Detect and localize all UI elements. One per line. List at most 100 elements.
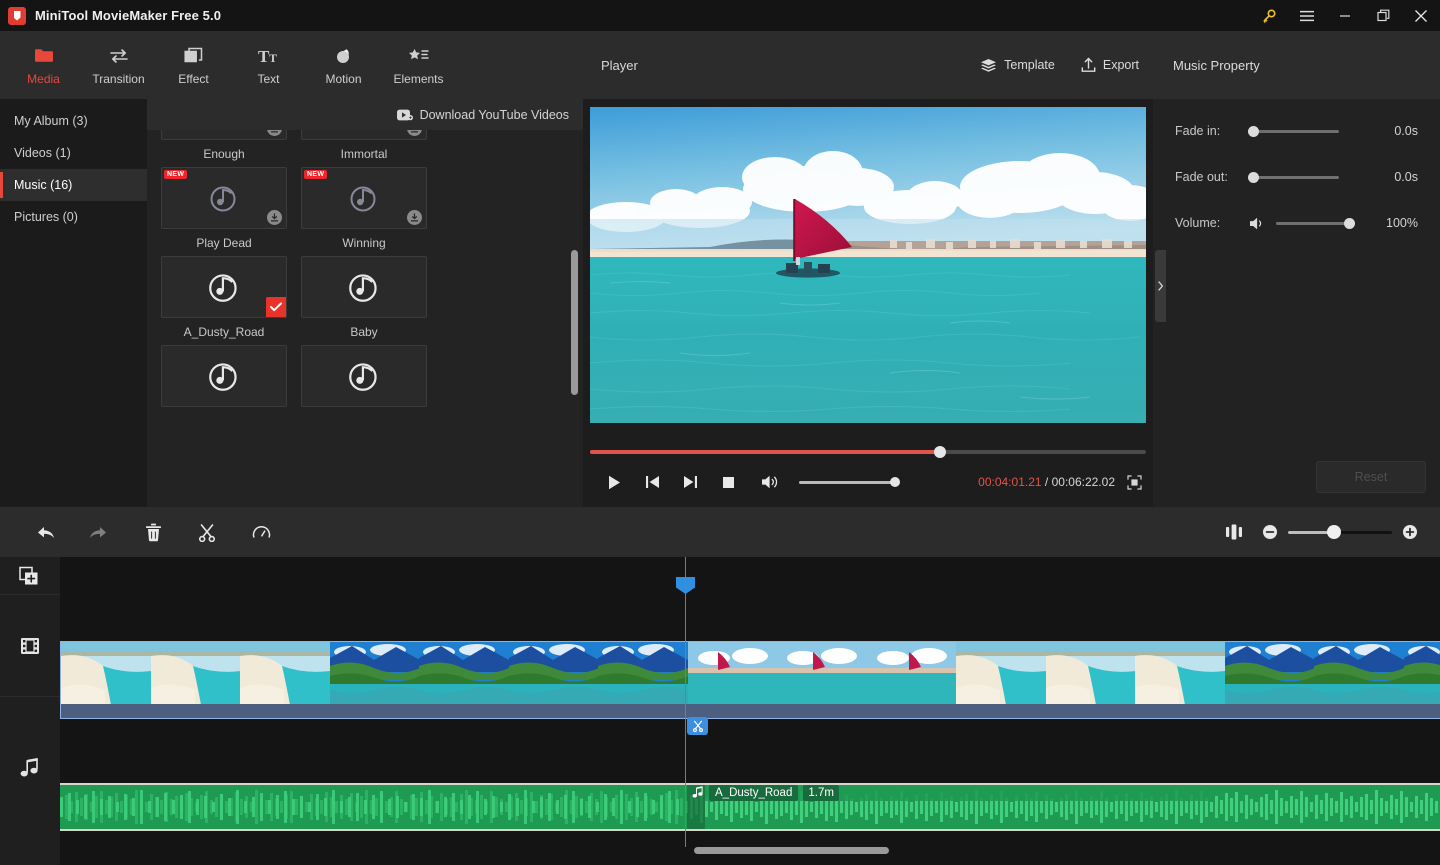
scissors-icon[interactable] — [180, 512, 234, 552]
media-item-enough[interactable]: Enough — [161, 130, 287, 161]
sidebar-item-pictures[interactable]: Pictures (0) — [0, 201, 147, 233]
previous-frame-button[interactable] — [633, 467, 671, 497]
zoom-handle[interactable] — [1327, 525, 1341, 539]
fade-out-slider[interactable] — [1249, 176, 1339, 179]
video-track — [60, 641, 1440, 719]
timeline-hscroll-thumb[interactable] — [694, 847, 889, 854]
media-row: A_Dusty_Road Baby — [161, 256, 569, 339]
key-icon[interactable] — [1250, 0, 1288, 31]
volume-value: 100% — [1386, 216, 1418, 230]
tab-text[interactable]: TT Text — [231, 34, 306, 96]
video-thumbnail — [956, 642, 1046, 705]
fade-in-slider[interactable] — [1249, 130, 1339, 133]
audio-clip-label[interactable]: A_Dusty_Road 1.7m — [692, 783, 839, 802]
fit-timeline-icon[interactable] — [1216, 512, 1252, 552]
restore-button[interactable] — [1364, 0, 1402, 31]
fade-in-handle[interactable] — [1248, 126, 1259, 137]
player-volume — [751, 467, 895, 497]
add-media-icon[interactable] — [0, 557, 60, 594]
next-frame-button[interactable] — [671, 467, 709, 497]
playhead[interactable] — [685, 557, 686, 847]
download-icon[interactable] — [267, 130, 282, 136]
tab-elements[interactable]: Elements — [381, 34, 456, 96]
app-title: MiniTool MovieMaker Free 5.0 — [35, 8, 221, 23]
tab-effect[interactable]: Effect — [156, 34, 231, 96]
library-nav: My Album (3) Videos (1) Music (16) Pictu… — [0, 99, 147, 507]
property-panel-title: Music Property — [1173, 58, 1260, 73]
sidebar-item-my-album[interactable]: My Album (3) — [0, 105, 147, 137]
timeline-toolbar — [0, 507, 1440, 557]
media-library: My Album (3) Videos (1) Music (16) Pictu… — [0, 99, 583, 507]
chevron-right-icon[interactable] — [1155, 250, 1166, 322]
minimize-button[interactable] — [1326, 0, 1364, 31]
timeline: A_Dusty_Road 1.7m — [0, 557, 1440, 865]
folder-icon — [34, 45, 54, 67]
stop-button[interactable] — [709, 467, 747, 497]
video-preview[interactable] — [590, 107, 1146, 423]
export-icon — [1081, 57, 1096, 73]
new-badge: NEW — [304, 170, 327, 179]
media-item-7[interactable] — [161, 345, 287, 407]
sidebar-item-pictures-label: Pictures (0) — [14, 210, 78, 224]
sidebar-item-music[interactable]: Music (16) — [0, 169, 147, 201]
fade-out-handle[interactable] — [1248, 172, 1259, 183]
film-icon — [0, 594, 60, 696]
volume-slider[interactable] — [1276, 222, 1350, 225]
window-controls — [1250, 0, 1440, 31]
media-item-baby[interactable]: Baby — [301, 256, 427, 339]
media-item-winning[interactable]: NEW Winning — [301, 167, 427, 250]
timeline-zoom-slider[interactable] — [1288, 531, 1392, 534]
video-clip[interactable] — [60, 641, 1440, 719]
transition-icon — [108, 45, 130, 67]
tab-motion[interactable]: Motion — [306, 34, 381, 96]
reset-button[interactable]: Reset — [1316, 461, 1426, 493]
main-toolbar: Media Transition Effect TT Text Motion — [0, 31, 583, 99]
play-button[interactable] — [595, 467, 633, 497]
sidebar-item-videos[interactable]: Videos (1) — [0, 137, 147, 169]
minus-icon[interactable] — [1252, 512, 1288, 552]
media-item-label: Winning — [301, 236, 427, 250]
download-icon[interactable] — [407, 130, 422, 136]
template-button[interactable]: Template — [980, 58, 1055, 73]
hamburger-icon[interactable] — [1288, 0, 1326, 31]
volume-icon[interactable] — [751, 467, 789, 497]
download-icon[interactable] — [407, 210, 422, 225]
speed-icon[interactable] — [234, 512, 288, 552]
export-button[interactable]: Export — [1081, 57, 1139, 73]
timeline-zoom-group — [1216, 512, 1440, 552]
download-icon[interactable] — [267, 210, 282, 225]
volume-icon[interactable] — [1249, 216, 1266, 231]
fullscreen-button[interactable] — [1115, 467, 1153, 497]
tab-media[interactable]: Media — [6, 34, 81, 96]
video-thumbnail — [1404, 642, 1440, 705]
trash-icon[interactable] — [126, 512, 180, 552]
volume-slider[interactable] — [799, 481, 895, 484]
redo-icon[interactable] — [72, 512, 126, 552]
seek-handle[interactable] — [934, 446, 946, 458]
seek-progress — [590, 450, 940, 454]
timeline-ruler[interactable] — [60, 557, 1440, 594]
layers-icon — [980, 58, 997, 73]
plus-icon[interactable] — [1392, 512, 1428, 552]
seek-bar[interactable] — [590, 450, 1146, 454]
media-row: Enough Immortal — [161, 130, 569, 161]
current-time: 00:04:01.21 — [978, 475, 1041, 489]
tab-transition[interactable]: Transition — [81, 34, 156, 96]
timeline-hscroll-track[interactable] — [60, 847, 1440, 854]
media-item-8[interactable] — [301, 345, 427, 407]
undo-icon[interactable] — [18, 512, 72, 552]
media-thumb — [301, 345, 427, 407]
video-thumbnail — [1135, 642, 1225, 705]
library-scrollbar[interactable] — [571, 250, 578, 395]
volume-handle[interactable] — [890, 477, 900, 487]
media-item-immortal[interactable]: Immortal — [301, 130, 427, 161]
media-item-a-dusty-road[interactable]: A_Dusty_Road — [161, 256, 287, 339]
timeline-overlay-track[interactable] — [60, 594, 1440, 641]
volume-handle[interactable] — [1344, 218, 1355, 229]
media-item-play-dead[interactable]: NEW Play Dead — [161, 167, 287, 250]
video-thumbnail — [419, 642, 509, 705]
close-button[interactable] — [1402, 0, 1440, 31]
selected-check-icon[interactable] — [266, 297, 286, 317]
split-clip-button[interactable] — [687, 717, 708, 735]
download-youtube-button[interactable]: Download YouTube Videos — [147, 99, 583, 130]
